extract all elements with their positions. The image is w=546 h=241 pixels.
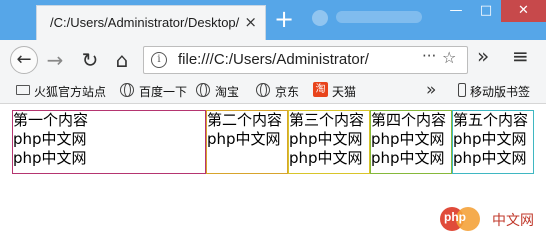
bookmark-taobao[interactable]: 淘宝 [196, 82, 246, 100]
url-text[interactable]: file:///C:/Users/Administrator/ [178, 51, 416, 68]
box-title: 第五个内容 [453, 111, 529, 129]
bookmark-label: 淘宝 [215, 85, 240, 99]
box-line: php中文网 [13, 149, 87, 167]
bookmark-star-icon[interactable]: ☆ [442, 48, 456, 67]
back-button[interactable]: ← [10, 46, 38, 74]
php-logo-icon: php [440, 205, 490, 233]
forward-button[interactable]: → [43, 48, 67, 72]
bookmarks-overflow-button[interactable]: » [426, 80, 436, 100]
new-tab-button[interactable]: + [274, 6, 294, 32]
bookmark-label: 天猫 [332, 85, 357, 99]
box-line: php中文网 [13, 130, 87, 148]
toolbar-overflow-button[interactable]: » [477, 44, 489, 68]
content-box-2: 第二个内容 php中文网 [206, 110, 288, 174]
content-box-3: 第三个内容 php中文网 php中文网 [288, 110, 370, 174]
close-window-button[interactable]: ✕ [501, 0, 546, 22]
bookmark-firefox-official[interactable]: 火狐官方站点 [16, 82, 116, 100]
home-button[interactable]: ⌂ [110, 48, 134, 72]
minimize-button[interactable]: — [441, 0, 471, 22]
box-line: php中文网 [371, 130, 445, 148]
box-line: php中文网 [453, 130, 527, 148]
logo-text: php [444, 210, 466, 224]
tab-title: /C:/Users/Administrator/Desktop/ [50, 15, 240, 30]
globe-icon [196, 83, 210, 97]
info-icon[interactable]: i [151, 52, 167, 68]
watermark-text: 中文网 [492, 213, 534, 229]
box-title: 第四个内容 [371, 111, 447, 129]
globe-icon [256, 83, 270, 97]
tab-active[interactable]: /C:/Users/Administrator/Desktop/ × [36, 5, 266, 40]
bookmark-baidu[interactable]: 百度一下 [120, 82, 190, 100]
box-line: php中文网 [207, 130, 281, 148]
box-line: php中文网 [289, 149, 363, 167]
globe-icon [120, 83, 134, 97]
bookmark-tmall[interactable]: 淘 天猫 [313, 82, 363, 100]
mobile-icon [458, 83, 466, 97]
mobile-bookmarks-label: 移动版书签 [470, 85, 531, 99]
menu-button[interactable]: ≡ [512, 44, 529, 68]
obscured-tab-label [336, 11, 422, 23]
close-tab-icon[interactable]: × [244, 13, 257, 31]
url-bar[interactable]: i file:///C:/Users/Administrator/ ··· ☆ [143, 46, 468, 74]
box-line: php中文网 [453, 149, 527, 167]
bookmark-label: 百度一下 [139, 85, 188, 99]
reload-button[interactable]: ↻ [78, 48, 102, 72]
bookmark-label: 京东 [275, 85, 300, 99]
box-title: 第三个内容 [289, 111, 365, 129]
title-bar: /C:/Users/Administrator/Desktop/ × + — □… [0, 0, 546, 40]
globe-icon [312, 10, 328, 26]
bookmarks-toolbar: 火狐官方站点 百度一下 淘宝 京东 淘 天猫 移动版书签 [0, 80, 546, 104]
page-actions-icon[interactable]: ··· [422, 47, 436, 65]
box-title: 第一个内容 [13, 111, 89, 129]
bookmark-jd[interactable]: 京东 [256, 82, 306, 100]
mobile-bookmarks[interactable]: 移动版书签 [458, 82, 544, 100]
bookmark-label: 火狐官方站点 [34, 85, 107, 99]
box-title: 第二个内容 [207, 111, 283, 129]
box-line: php中文网 [371, 149, 445, 167]
box-line: php中文网 [289, 130, 363, 148]
maximize-button[interactable]: □ [471, 0, 501, 22]
content-box-5: 第五个内容 php中文网 php中文网 [452, 110, 534, 174]
folder-icon [16, 85, 30, 95]
content-box-4: 第四个内容 php中文网 php中文网 [370, 110, 452, 174]
content-box-1: 第一个内容 php中文网 php中文网 [12, 110, 206, 174]
tmall-icon: 淘 [313, 82, 328, 97]
